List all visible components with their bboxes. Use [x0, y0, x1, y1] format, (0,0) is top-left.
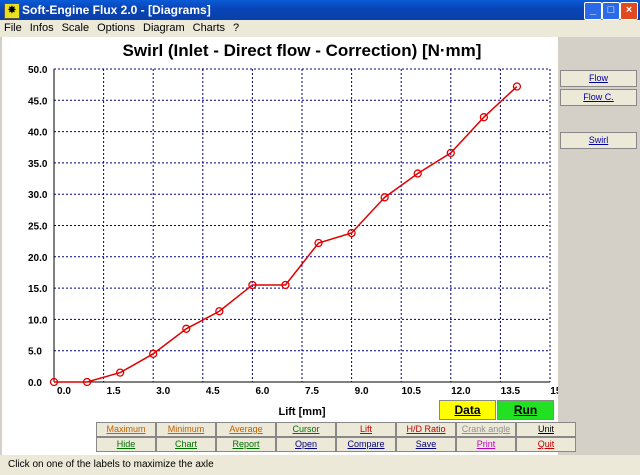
- button-hide[interactable]: Hide: [96, 437, 156, 452]
- y-tick-label: 10.0: [28, 315, 48, 326]
- button-lift[interactable]: Lift: [336, 422, 396, 437]
- y-tick-label: 30.0: [28, 190, 48, 201]
- x-tick-label: 0.0: [57, 386, 71, 397]
- series-line: [54, 85, 518, 383]
- button-h-d-ratio[interactable]: H/D Ratio: [396, 422, 456, 437]
- x-tick-label: 6.0: [255, 386, 269, 397]
- y-tick-label: 40.0: [28, 128, 48, 139]
- button-print[interactable]: Print: [456, 437, 516, 452]
- x-tick-label: 3.0: [156, 386, 170, 397]
- status-bar: Click on one of the labels to maximize t…: [0, 455, 640, 475]
- maximize-icon[interactable]: □: [602, 2, 620, 20]
- chart-title: Swirl (Inlet - Direct flow - Correction)…: [123, 41, 482, 60]
- status-text: Click on one of the labels to maximize t…: [8, 459, 214, 470]
- button-open[interactable]: Open: [276, 437, 336, 452]
- run-button[interactable]: Run: [497, 400, 554, 420]
- title-bar: ✸ Soft-Engine Flux 2.0 - [Diagrams] _ □ …: [0, 0, 640, 20]
- swirl-button[interactable]: Swirl: [560, 132, 637, 149]
- flow-c-button[interactable]: Flow C.: [560, 89, 637, 106]
- swirl-chart: Swirl (Inlet - Direct flow - Correction)…: [28, 41, 570, 418]
- data-button[interactable]: Data: [439, 400, 496, 420]
- window-title: Soft-Engine Flux 2.0 - [Diagrams]: [22, 3, 211, 17]
- x-tick-label: 7.5: [305, 386, 319, 397]
- x-tick-label: 13.5: [501, 386, 521, 397]
- button-report[interactable]: Report: [216, 437, 276, 452]
- menu-diagram[interactable]: Diagram: [139, 20, 189, 34]
- x-tick-label: 15.0: [550, 386, 558, 397]
- menu-options[interactable]: Options: [93, 20, 139, 34]
- x-tick-label: 4.5: [206, 386, 220, 397]
- chart-area: Swirl (Inlet - Direct flow - Correction)…: [2, 37, 638, 455]
- y-tick-label: 35.0: [28, 159, 48, 170]
- button-quit[interactable]: Quit: [516, 437, 576, 452]
- button-save[interactable]: Save: [396, 437, 456, 452]
- button-compare[interactable]: Compare: [336, 437, 396, 452]
- button-maximum[interactable]: Maximum: [96, 422, 156, 437]
- y-tick-label: 5.0: [28, 347, 42, 358]
- x-tick-label: 9.0: [355, 386, 369, 397]
- y-tick-label: 25.0: [28, 222, 48, 233]
- button-average[interactable]: Average: [216, 422, 276, 437]
- x-axis-label: Lift [mm]: [278, 406, 325, 418]
- side-panel: Flow Flow C. Swirl: [558, 37, 638, 455]
- y-tick-label: 0.0: [28, 378, 42, 389]
- minimize-icon[interactable]: _: [584, 2, 602, 20]
- close-icon[interactable]: ×: [620, 2, 638, 20]
- x-tick-label: 12.0: [451, 386, 471, 397]
- menu-charts[interactable]: Charts: [189, 20, 229, 34]
- menu-scale[interactable]: Scale: [58, 20, 94, 34]
- y-tick-label: 50.0: [28, 65, 48, 76]
- x-tick-label: 1.5: [107, 386, 121, 397]
- menu-infos[interactable]: Infos: [26, 20, 58, 34]
- menu-help[interactable]: ?: [229, 20, 243, 34]
- button-cursor[interactable]: Cursor: [276, 422, 336, 437]
- button-unit[interactable]: Unit: [516, 422, 576, 437]
- menu-file[interactable]: File: [0, 20, 26, 34]
- y-tick-label: 45.0: [28, 96, 48, 107]
- y-tick-label: 20.0: [28, 253, 48, 264]
- x-tick-label: 10.5: [401, 386, 421, 397]
- y-tick-label: 15.0: [28, 284, 48, 295]
- button-minimum[interactable]: Minimum: [156, 422, 216, 437]
- app-icon[interactable]: ✸: [4, 3, 20, 19]
- flow-button[interactable]: Flow: [560, 70, 637, 87]
- menu-bar: File Infos Scale Options Diagram Charts?: [0, 20, 640, 37]
- button-crank-angle[interactable]: Crank angle: [456, 422, 516, 437]
- button-chart[interactable]: Chart: [156, 437, 216, 452]
